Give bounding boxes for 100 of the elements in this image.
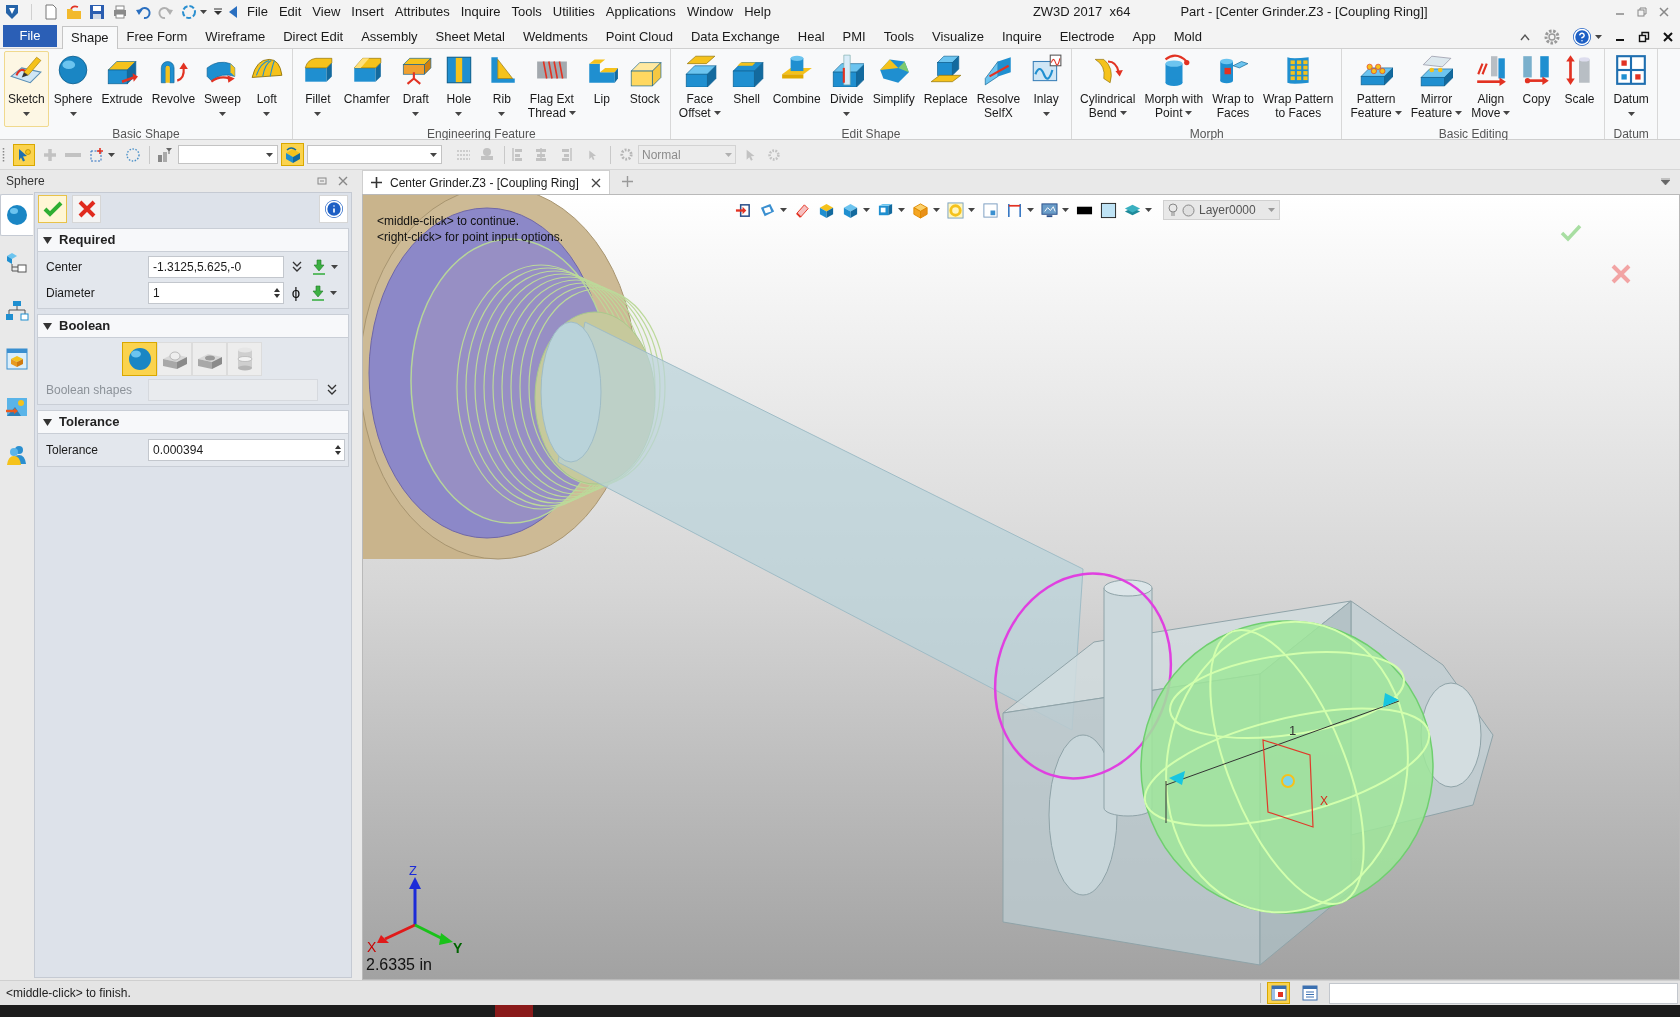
- ribbon-button[interactable]: Extrude: [97, 51, 147, 127]
- dimension-icon[interactable]: [1006, 201, 1023, 219]
- double-chevron-icon[interactable]: [291, 260, 303, 274]
- arrow-down-tray-icon[interactable]: [311, 285, 325, 301]
- ribbon-button[interactable]: Revolve: [147, 51, 200, 127]
- ribbon-tab[interactable]: Sheet Metal: [426, 26, 514, 48]
- cube-filter-icon[interactable]: [281, 143, 304, 166]
- menu-item[interactable]: View: [312, 2, 341, 22]
- ribbon-button[interactable]: Wrap to Faces: [1208, 51, 1258, 127]
- shaded-cube-icon[interactable]: [842, 201, 859, 219]
- save-icon[interactable]: [89, 4, 105, 20]
- cancel-button[interactable]: [72, 195, 101, 223]
- boolean-option-button[interactable]: [122, 341, 157, 376]
- ribbon-tab[interactable]: Point Cloud: [596, 26, 682, 48]
- ribbon-button[interactable]: Sketch: [4, 51, 49, 127]
- file-menu-button[interactable]: File: [3, 25, 57, 47]
- corner-square-icon[interactable]: [982, 201, 999, 219]
- handle-arrow-icon[interactable]: [1169, 771, 1185, 785]
- caret-icon[interactable]: [1661, 178, 1670, 185]
- ribbon-button[interactable]: Sphere: [49, 51, 97, 127]
- print-icon[interactable]: [112, 4, 128, 20]
- pointer-select-icon[interactable]: [13, 143, 35, 166]
- ribbon-tab[interactable]: PMI: [833, 26, 875, 48]
- ribbon-button[interactable]: Pattern Feature: [1346, 51, 1406, 127]
- triangle-left-icon[interactable]: [229, 6, 237, 18]
- ribbon-button[interactable]: Draft: [394, 51, 437, 127]
- eraser-icon[interactable]: [794, 201, 811, 219]
- ribbon-button[interactable]: Stock: [623, 51, 666, 127]
- dashed-circle-icon[interactable]: [181, 4, 197, 20]
- help-icon[interactable]: [1573, 28, 1591, 46]
- side-tab[interactable]: [0, 194, 33, 236]
- settings-icon[interactable]: [1543, 28, 1561, 46]
- ribbon-button[interactable]: Resolve SelfX: [972, 51, 1025, 127]
- ribbon-tab[interactable]: Mold: [1164, 26, 1211, 48]
- ribbon-button[interactable]: Chamfer: [339, 51, 394, 127]
- ribbon-button[interactable]: Cylindrical Bend: [1076, 51, 1140, 127]
- ribbon-button[interactable]: Simplify: [868, 51, 919, 127]
- exit-arrow-icon[interactable]: [735, 201, 752, 219]
- ribbon-button[interactable]: Face Offset: [674, 51, 725, 127]
- ribbon-button[interactable]: Mirror Feature: [1406, 51, 1467, 127]
- section-header[interactable]: Boolean: [38, 315, 348, 337]
- menu-item[interactable]: Attributes: [394, 2, 450, 22]
- pin-icon[interactable]: [316, 175, 328, 187]
- ribbon-tab[interactable]: Tools: [874, 26, 924, 48]
- text-field[interactable]: 0.000394: [148, 439, 345, 461]
- menu-item[interactable]: Insert: [351, 2, 384, 22]
- info-button[interactable]: [319, 195, 348, 223]
- open-folder-icon[interactable]: [66, 4, 82, 20]
- ribbon-button[interactable]: Shell: [725, 51, 768, 127]
- arrow-down-tray-icon[interactable]: [312, 259, 326, 275]
- ribbon-tab[interactable]: Shape: [62, 26, 118, 49]
- ribbon-tab[interactable]: Direct Edit: [274, 26, 353, 48]
- menu-item[interactable]: Applications: [605, 2, 676, 22]
- wireframe-cube-icon[interactable]: [912, 201, 929, 219]
- restore-icon[interactable]: [1638, 31, 1650, 43]
- redo-icon[interactable]: [158, 4, 174, 20]
- ribbon-button[interactable]: Divide: [825, 51, 868, 127]
- ribbon-tab[interactable]: Assembly: [352, 26, 427, 48]
- ribbon-button[interactable]: Fillet: [296, 51, 339, 127]
- document-tab[interactable]: Center Grinder.Z3 - [Coupling Ring]: [362, 170, 610, 194]
- menu-item[interactable]: Tools: [511, 2, 542, 22]
- ribbon-button[interactable]: Morph with Point: [1140, 51, 1208, 127]
- menu-item[interactable]: Edit: [278, 2, 302, 22]
- menu-item[interactable]: Utilities: [552, 2, 595, 22]
- ribbon-button[interactable]: Sweep: [200, 51, 245, 127]
- ribbon-button[interactable]: Loft: [245, 51, 288, 127]
- ribbon-tab[interactable]: Wireframe: [196, 26, 275, 48]
- tilted-card-icon[interactable]: [759, 201, 776, 219]
- text-field[interactable]: -1.3125,5.625,-0: [148, 256, 284, 278]
- dropdown-arrow-icon[interactable]: [214, 8, 222, 16]
- dotted-circle-icon[interactable]: [125, 146, 141, 163]
- ribbon-tab[interactable]: Inquire: [992, 26, 1051, 48]
- ribbon-button[interactable]: Replace: [919, 51, 972, 127]
- layer-dropdown[interactable]: Layer0000: [1163, 200, 1280, 220]
- spinner-icon[interactable]: [273, 287, 281, 299]
- ribbon-button[interactable]: Wrap Pattern to Faces: [1258, 51, 1338, 127]
- ribbon-button[interactable]: Datum: [1609, 51, 1653, 127]
- chevron-up-icon[interactable]: [1519, 33, 1531, 41]
- ribbon-button[interactable]: Scale: [1558, 51, 1601, 127]
- close-icon[interactable]: [590, 177, 601, 188]
- ribbon-button[interactable]: Combine: [768, 51, 825, 127]
- ribbon-button[interactable]: Hole: [437, 51, 480, 127]
- double-chevron-icon[interactable]: [326, 382, 338, 397]
- ok-button[interactable]: [38, 195, 67, 223]
- ribbon-tab[interactable]: Free Form: [117, 26, 197, 48]
- section-header[interactable]: Required: [38, 229, 348, 251]
- properties-view-button[interactable]: [1267, 982, 1290, 1004]
- ribbon-button[interactable]: Inlay: [1025, 51, 1068, 127]
- section-header[interactable]: Tolerance: [38, 411, 348, 433]
- ribbon-tab[interactable]: Data Exchange: [681, 26, 789, 48]
- menu-item[interactable]: Inquire: [460, 2, 501, 22]
- undo-icon[interactable]: [135, 4, 151, 20]
- menu-item[interactable]: Help: [744, 2, 771, 22]
- boolean-option-button[interactable]: [192, 341, 227, 376]
- app-logo-icon[interactable]: [4, 4, 20, 20]
- close-icon[interactable]: [1662, 31, 1674, 43]
- text-field[interactable]: 1: [148, 282, 284, 304]
- ribbon-button[interactable]: Copy: [1515, 51, 1558, 127]
- menu-item[interactable]: Window: [686, 2, 734, 22]
- ribbon-button[interactable]: Flag Ext Thread: [523, 51, 580, 127]
